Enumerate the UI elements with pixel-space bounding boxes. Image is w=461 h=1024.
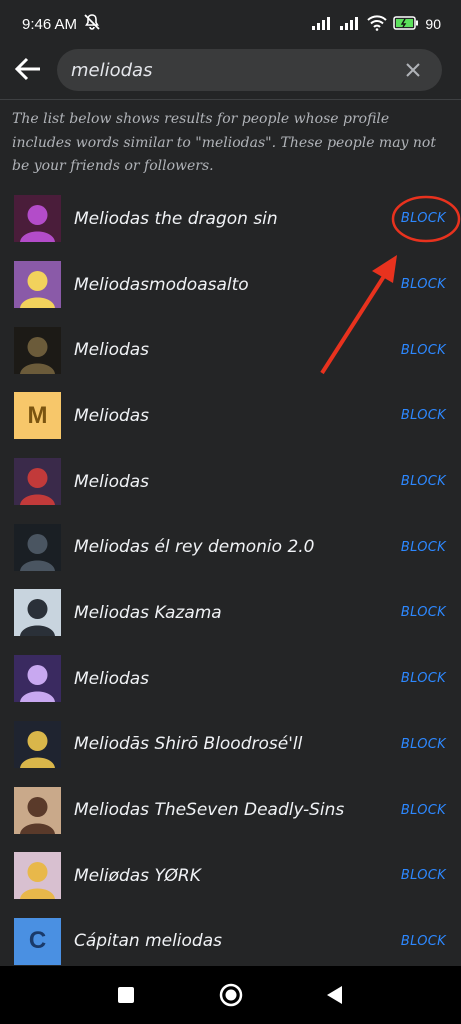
avatar[interactable]: M <box>14 392 61 440</box>
list-item[interactable]: M Meliodas BLOCK <box>0 383 461 449</box>
avatar[interactable] <box>14 458 61 506</box>
profile-name[interactable]: Meliodas <box>74 340 149 360</box>
battery-level: 90 <box>425 16 441 32</box>
profile-name[interactable]: Meliodas the dragon sin <box>74 209 278 229</box>
signal-icon-2 <box>339 16 361 33</box>
profile-name[interactable]: Meliodas Kazama <box>74 603 222 623</box>
back-arrow-icon <box>14 57 42 85</box>
navigation-bar <box>0 966 461 1024</box>
home-circle-icon[interactable] <box>219 983 243 1007</box>
avatar[interactable] <box>14 655 61 703</box>
profile-photo <box>20 862 55 900</box>
search-query[interactable]: meliodas <box>71 60 398 81</box>
list-item[interactable]: Meliodas BLOCK <box>0 449 461 515</box>
search-row: meliodas <box>0 48 461 94</box>
avatar[interactable] <box>14 523 61 571</box>
profile-photo <box>20 336 55 374</box>
list-item[interactable]: C Cápitan meliodas BLOCK <box>0 909 461 975</box>
block-button[interactable]: BLOCK <box>401 474 446 489</box>
block-button[interactable]: BLOCK <box>401 277 446 292</box>
clear-icon[interactable] <box>398 55 428 85</box>
list-item[interactable]: Meliødas YØRK BLOCK <box>0 843 461 909</box>
profile-photo <box>20 468 55 506</box>
divider <box>0 99 461 100</box>
back-triangle-icon[interactable] <box>323 983 347 1007</box>
avatar-letter: C <box>28 927 47 955</box>
block-button[interactable]: BLOCK <box>401 540 446 555</box>
profile-name[interactable]: Meliodas <box>74 472 149 492</box>
profile-name[interactable]: Meliodās Shirō Bloodrosé'll <box>74 734 302 754</box>
block-button[interactable]: BLOCK <box>401 605 446 620</box>
list-item[interactable]: Meliodas BLOCK <box>0 646 461 712</box>
block-button[interactable]: BLOCK <box>401 868 446 883</box>
back-button[interactable] <box>0 48 56 94</box>
list-item[interactable]: Meliodas TheSeven Deadly-Sins BLOCK <box>0 777 461 843</box>
block-button[interactable]: BLOCK <box>401 343 446 358</box>
avatar[interactable] <box>14 195 61 243</box>
profile-name[interactable]: Meliodas <box>74 406 149 426</box>
list-item[interactable]: Meliodasmodoasalto BLOCK <box>0 252 461 318</box>
results-info-text: The list below shows results for people … <box>12 111 436 174</box>
mute-icon <box>83 13 101 35</box>
list-item[interactable]: Meliodas the dragon sin BLOCK <box>0 186 461 252</box>
search-input[interactable]: meliodas <box>57 49 442 91</box>
avatar[interactable] <box>14 326 61 374</box>
list-item[interactable]: Meliodas Kazama BLOCK <box>0 580 461 646</box>
block-button[interactable]: BLOCK <box>401 671 446 686</box>
profile-photo <box>20 205 55 243</box>
block-button[interactable]: BLOCK <box>401 737 446 752</box>
block-button[interactable]: BLOCK <box>401 408 446 423</box>
block-button[interactable]: BLOCK <box>401 211 446 226</box>
profile-name[interactable]: Meliødas YØRK <box>74 866 201 886</box>
profile-photo <box>20 533 55 571</box>
avatar[interactable] <box>14 720 61 768</box>
results-list: Meliodas the dragon sin BLOCK Meliodasmodo… <box>0 186 461 974</box>
profile-photo <box>20 796 55 834</box>
list-item[interactable]: Meliodas él rey demonio 2.0 BLOCK <box>0 514 461 580</box>
block-button[interactable]: BLOCK <box>401 934 446 949</box>
avatar[interactable] <box>14 852 61 900</box>
list-item[interactable]: Meliodās Shirō Bloodrosé'll BLOCK <box>0 712 461 778</box>
profile-name[interactable]: Meliodasmodoasalto <box>74 275 249 295</box>
status-time: 9:46 AM <box>22 15 78 33</box>
profile-name[interactable]: Meliodas TheSeven Deadly-Sins <box>74 800 344 820</box>
avatar[interactable]: C <box>14 917 61 965</box>
avatar[interactable] <box>14 589 61 637</box>
profile-photo <box>20 665 55 703</box>
avatar[interactable] <box>14 786 61 834</box>
status-bar: 9:46 AM 90 <box>0 0 461 48</box>
list-item[interactable]: Meliodas BLOCK <box>0 317 461 383</box>
signal-icon <box>311 16 333 33</box>
profile-photo <box>20 730 55 768</box>
recents-square-icon[interactable] <box>114 983 138 1007</box>
profile-photo <box>20 271 55 309</box>
wifi-icon <box>367 14 388 34</box>
profile-name[interactable]: Meliodas <box>74 669 149 689</box>
profile-name[interactable]: Cápitan meliodas <box>74 931 222 951</box>
block-button[interactable]: BLOCK <box>401 803 446 818</box>
battery-icon <box>393 15 419 33</box>
avatar[interactable] <box>14 261 61 309</box>
profile-photo <box>20 599 55 637</box>
profile-name[interactable]: Meliodas él rey demonio 2.0 <box>74 537 315 557</box>
avatar-letter: M <box>27 401 48 429</box>
